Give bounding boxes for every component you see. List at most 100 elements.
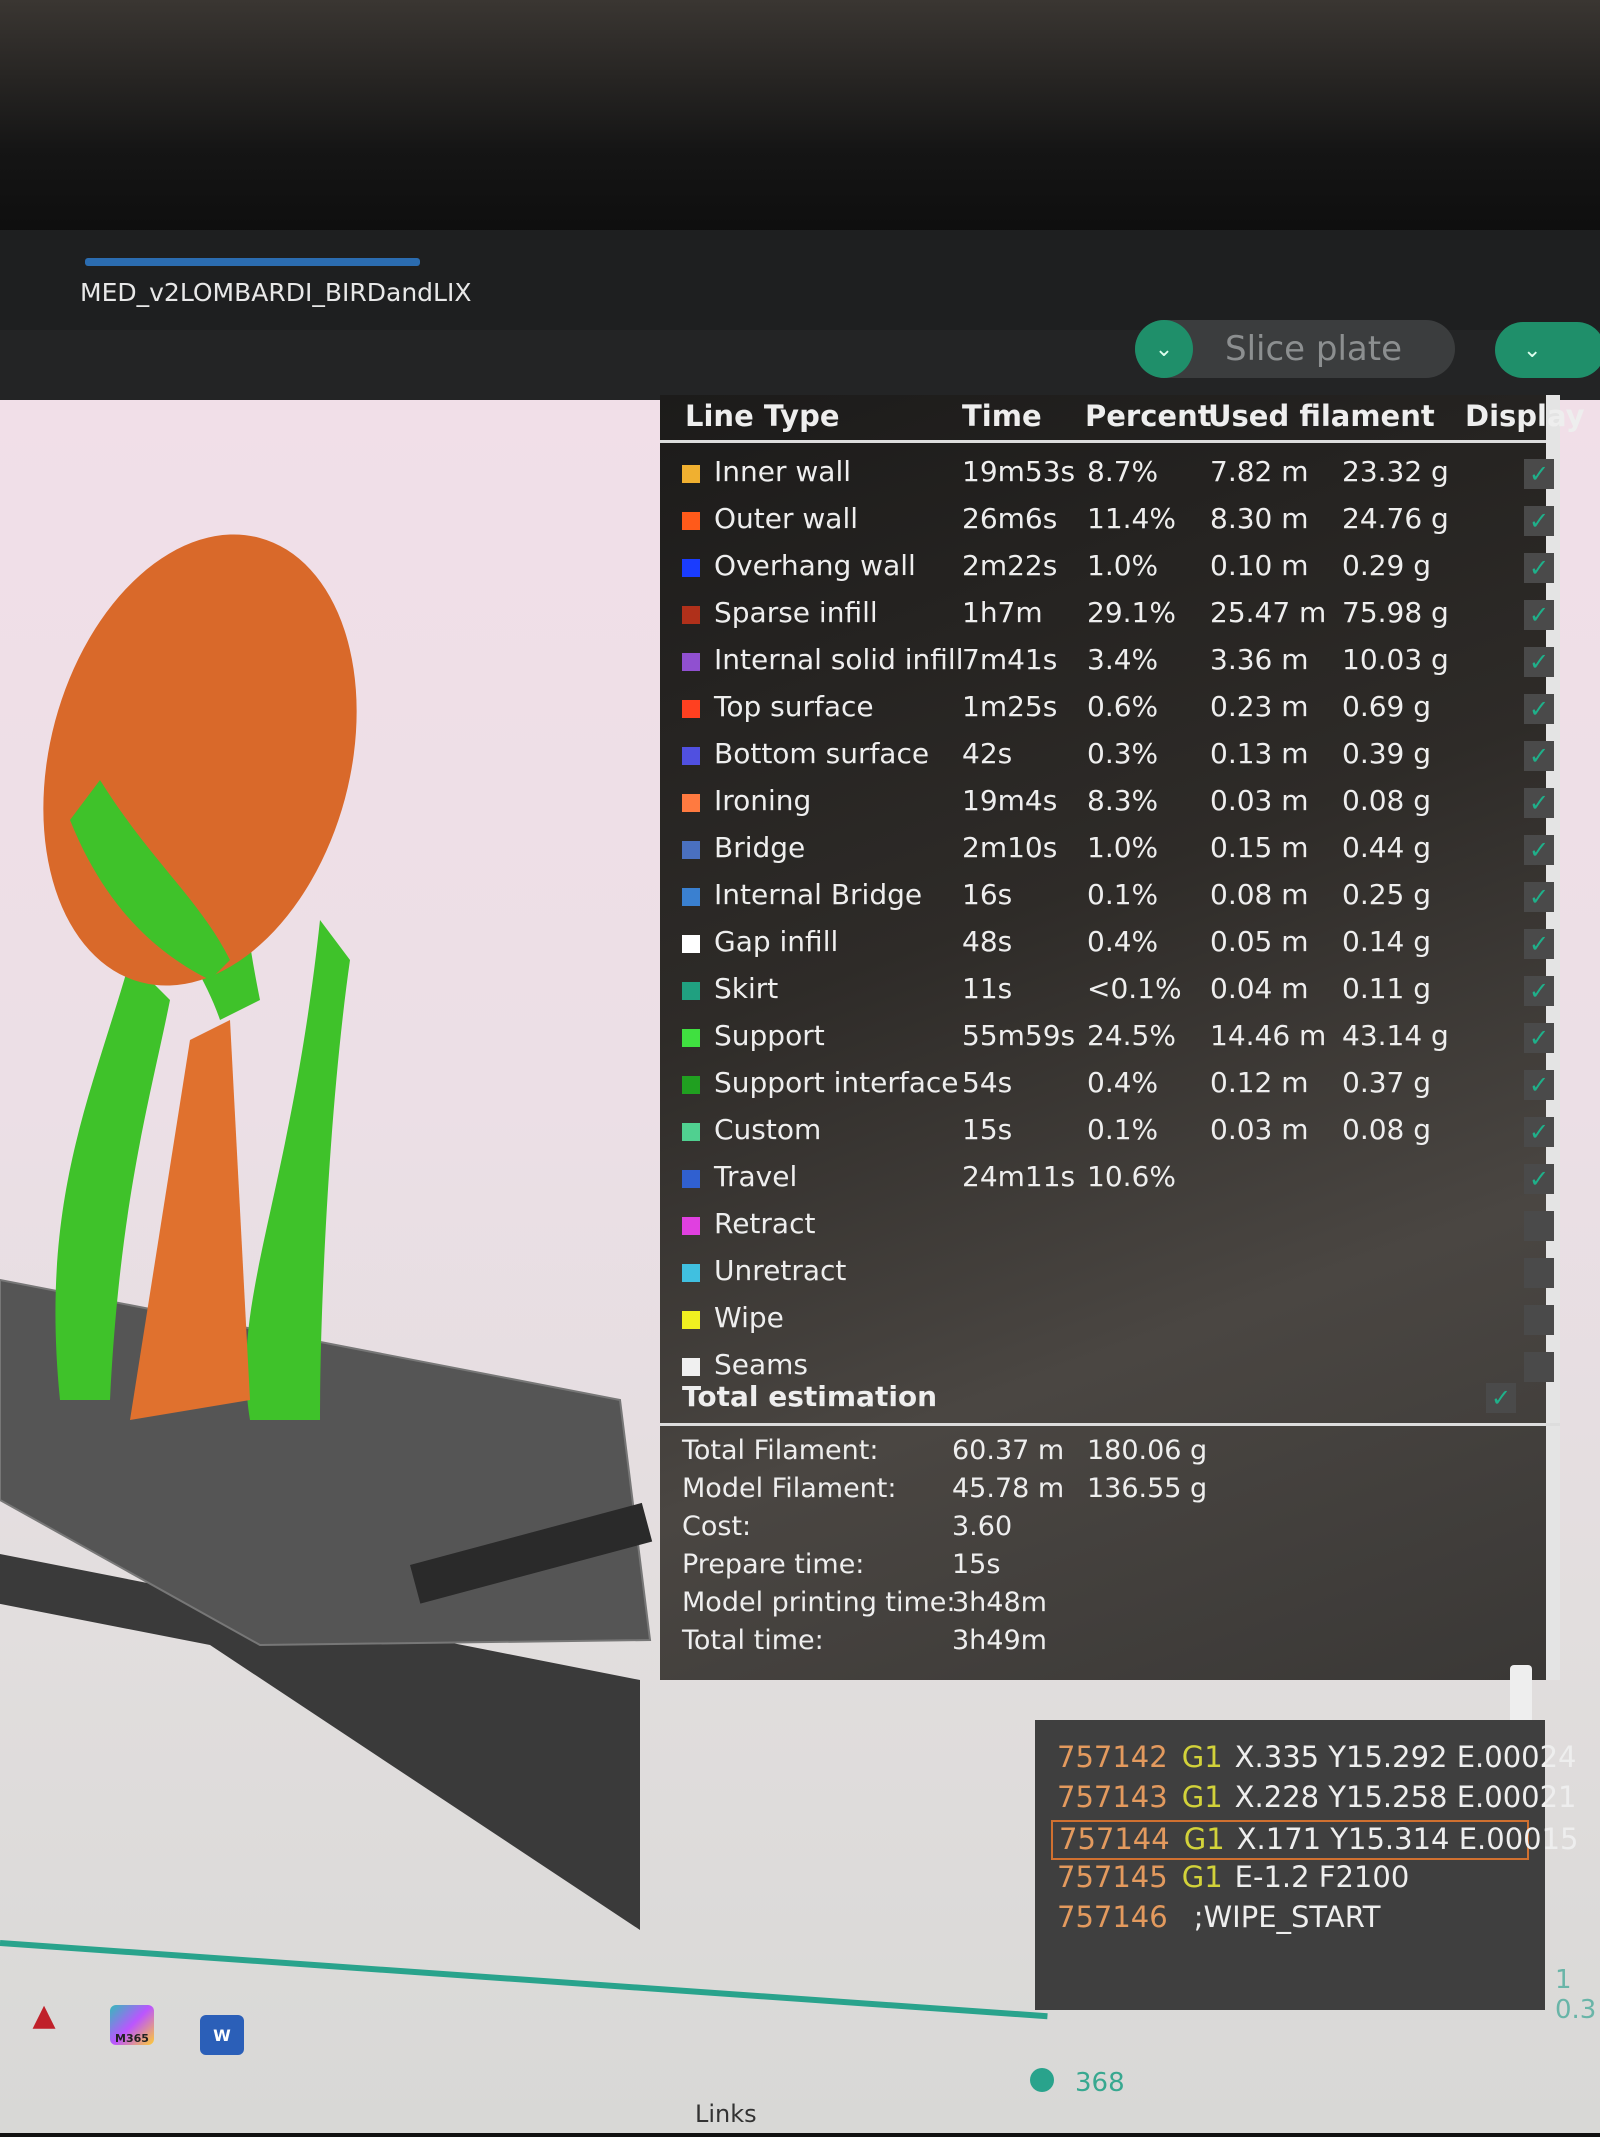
display-checkbox[interactable]: ✓ xyxy=(1524,1023,1554,1053)
line-type-name: Support interface xyxy=(714,1066,959,1099)
total-row: Model Filament: 45.78 m 136.55 g xyxy=(682,1473,1282,1511)
m365-icon[interactable]: M365 xyxy=(110,2005,154,2045)
layer-height-readout: 1 0.3 xyxy=(1555,1965,1596,2025)
display-checkbox[interactable]: ✓ xyxy=(1524,553,1554,583)
word-icon[interactable]: W xyxy=(200,2015,244,2055)
color-swatch xyxy=(682,794,700,812)
line-time: 24m11s xyxy=(962,1160,1076,1193)
display-checkbox[interactable]: ✓ xyxy=(1524,929,1554,959)
display-checkbox[interactable]: ✓ xyxy=(1524,788,1554,818)
line-percent: 0.1% xyxy=(1087,1113,1159,1146)
gcode-line[interactable]: 757143 G1 X.228 Y15.258 E.00021 xyxy=(1051,1780,1577,1820)
display-checkbox[interactable]: ✓ xyxy=(1524,741,1554,771)
line-weight: 24.76 g xyxy=(1342,502,1449,535)
line-weight: 0.08 g xyxy=(1342,1113,1432,1146)
legend-row: Wipe xyxy=(682,1301,1554,1341)
gcode-line[interactable]: 757145 G1 E-1.2 F2100 xyxy=(1051,1860,1529,1900)
line-percent: 0.4% xyxy=(1087,925,1159,958)
display-checkbox[interactable]: ✓ xyxy=(1524,976,1554,1006)
slice-plate-label: Slice plate xyxy=(1225,329,1403,369)
line-type-name: Retract xyxy=(714,1207,816,1240)
display-checkbox[interactable]: ✓ xyxy=(1524,835,1554,865)
gcode-line-number: 757142 xyxy=(1057,1740,1168,1774)
color-swatch xyxy=(682,982,700,1000)
display-checkbox[interactable] xyxy=(1524,1258,1554,1288)
display-checkbox[interactable] xyxy=(1524,1352,1554,1382)
total-value-1: 3.60 xyxy=(952,1511,1013,1542)
line-length: 0.08 m xyxy=(1210,878,1309,911)
line-time: 55m59s xyxy=(962,1019,1076,1052)
gcode-command: G1 xyxy=(1181,1780,1223,1814)
line-time: 19m4s xyxy=(962,784,1058,817)
line-weight: 75.98 g xyxy=(1342,596,1449,629)
display-checkbox[interactable]: ✓ xyxy=(1524,506,1554,536)
line-type-name: Support xyxy=(714,1019,825,1052)
print-dropdown-button[interactable]: ⌄ xyxy=(1495,322,1600,378)
line-time: 2m22s xyxy=(962,549,1058,582)
scrollbar[interactable] xyxy=(1510,1665,1532,1725)
line-type-name: Unretract xyxy=(714,1254,847,1287)
line-type-name: Ironing xyxy=(714,784,812,817)
color-swatch xyxy=(682,606,700,624)
legend-row: Support 55m59s 24.5% 14.46 m 43.14 g ✓ xyxy=(682,1019,1554,1059)
line-time: 42s xyxy=(962,737,1013,770)
display-checkbox[interactable]: ✓ xyxy=(1524,600,1554,630)
gcode-line-number: 757143 xyxy=(1057,1780,1168,1814)
total-value-2: 136.55 g xyxy=(1087,1473,1208,1504)
line-length: 3.36 m xyxy=(1210,643,1309,676)
color-swatch xyxy=(682,1217,700,1235)
line-time: 15s xyxy=(962,1113,1013,1146)
line-type-name: Overhang wall xyxy=(714,549,916,582)
display-checkbox[interactable] xyxy=(1524,1211,1554,1241)
header-line-type: Line Type xyxy=(685,399,840,433)
line-weight: 0.14 g xyxy=(1342,925,1432,958)
legend-row: Bridge 2m10s 1.0% 0.15 m 0.44 g ✓ xyxy=(682,831,1554,871)
line-percent: 0.1% xyxy=(1087,878,1159,911)
line-type-name: Travel xyxy=(714,1160,798,1193)
gcode-line[interactable]: 757144 G1 X.171 Y15.314 E.00015 xyxy=(1051,1820,1579,1860)
total-value-1: 45.78 m xyxy=(952,1473,1065,1504)
display-checkbox[interactable] xyxy=(1524,1305,1554,1335)
display-checkbox[interactable]: ✓ xyxy=(1524,694,1554,724)
chevron-down-icon[interactable]: ⌄ xyxy=(1135,320,1193,378)
total-row: Prepare time: 15s xyxy=(682,1549,1282,1587)
line-length: 0.15 m xyxy=(1210,831,1309,864)
app-icon[interactable]: ▲ xyxy=(22,1995,66,2035)
word-label: W xyxy=(213,2025,231,2045)
line-time: 16s xyxy=(962,878,1013,911)
project-tab[interactable]: MED_v2LOMBARDI_BIRDandLIX xyxy=(80,278,471,307)
line-percent: 0.3% xyxy=(1087,737,1159,770)
gcode-line[interactable]: 757142 G1 X.335 Y15.292 E.00024 xyxy=(1051,1740,1577,1780)
line-percent: 1.0% xyxy=(1087,549,1159,582)
display-checkbox[interactable]: ✓ xyxy=(1524,1164,1554,1194)
display-checkbox[interactable]: ✓ xyxy=(1524,1117,1554,1147)
total-display-checkbox[interactable]: ✓ xyxy=(1486,1383,1516,1413)
display-checkbox[interactable]: ✓ xyxy=(1524,1070,1554,1100)
line-length: 0.10 m xyxy=(1210,549,1309,582)
display-checkbox[interactable]: ✓ xyxy=(1524,882,1554,912)
line-percent: 10.6% xyxy=(1087,1160,1176,1193)
line-time: 1m25s xyxy=(962,690,1058,723)
gcode-line[interactable]: 757146 ;WIPE_START xyxy=(1051,1900,1529,1940)
links-label[interactable]: Links xyxy=(695,2100,757,2128)
line-length: 14.46 m xyxy=(1210,1019,1327,1052)
slice-plate-button[interactable]: ⌄ Slice plate xyxy=(1135,320,1455,378)
layer-number: 368 xyxy=(1075,2068,1125,2098)
line-percent: 8.3% xyxy=(1087,784,1159,817)
line-length: 0.05 m xyxy=(1210,925,1309,958)
legend-row: Sparse infill 1h7m 29.1% 25.47 m 75.98 g… xyxy=(682,596,1554,636)
total-row: Total time: 3h49m xyxy=(682,1625,1282,1663)
line-weight: 0.08 g xyxy=(1342,784,1432,817)
total-label: Cost: xyxy=(682,1511,752,1542)
line-length: 25.47 m xyxy=(1210,596,1327,629)
layer-slider-handle[interactable] xyxy=(1030,2068,1054,2092)
line-length: 0.03 m xyxy=(1210,1113,1309,1146)
display-checkbox[interactable]: ✓ xyxy=(1524,647,1554,677)
total-value-1: 3h49m xyxy=(952,1625,1047,1656)
display-checkbox[interactable]: ✓ xyxy=(1524,459,1554,489)
line-weight: 0.44 g xyxy=(1342,831,1432,864)
line-time: 19m53s xyxy=(962,455,1076,488)
m365-label: M365 xyxy=(115,2031,149,2045)
gcode-args: ;WIPE_START xyxy=(1193,1900,1381,1934)
color-swatch xyxy=(682,747,700,765)
